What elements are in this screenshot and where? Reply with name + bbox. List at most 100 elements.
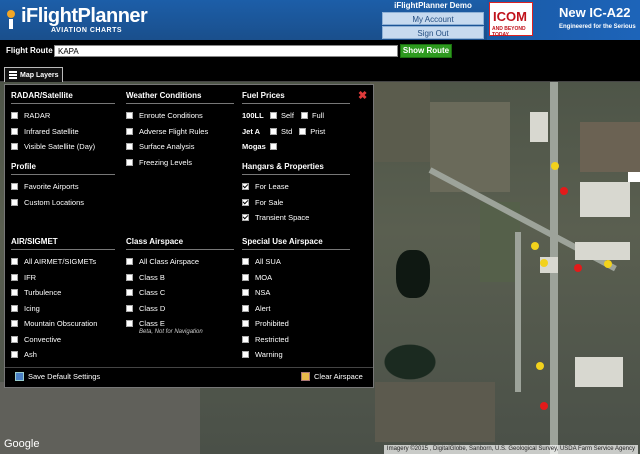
google-logo: Google [4, 438, 40, 450]
option-visible-satellite[interactable]: Visible Satellite (Day) [11, 139, 115, 155]
show-route-button[interactable]: Show Route [400, 44, 452, 58]
option-surface-analysis[interactable]: Surface Analysis [126, 139, 234, 155]
layers-icon [9, 71, 17, 79]
my-account-button[interactable]: My Account [382, 12, 484, 25]
fuel-label: Jet A [242, 126, 261, 136]
checkbox[interactable] [11, 289, 18, 297]
flight-route-label: Flight Route [6, 46, 53, 55]
hangars-properties-section: Hangars & Properties For Lease For Sale … [242, 162, 350, 226]
option-nsa[interactable]: NSA [242, 285, 350, 301]
option-mountain-obscuration[interactable]: Mountain Obscuration [11, 316, 115, 332]
option-class-c[interactable]: Class C [126, 285, 234, 301]
option-all-airmet-sigmets[interactable]: All AIRMET/SIGMETs [11, 254, 115, 270]
option-class-b[interactable]: Class B [126, 270, 234, 286]
map-zoom-control[interactable] [628, 172, 640, 182]
checkbox[interactable] [126, 127, 133, 135]
checkbox[interactable] [242, 351, 249, 359]
special-use-airspace-section: Special Use Airspace All SUA MOA NSA Ale… [242, 237, 350, 363]
checkbox[interactable] [242, 183, 249, 191]
option-all-class-airspace[interactable]: All Class Airspace [126, 254, 234, 270]
checkbox[interactable] [11, 351, 18, 359]
option-custom-locations[interactable]: Custom Locations [11, 195, 115, 211]
option-mogas[interactable] [270, 143, 281, 151]
iflightplanner-logo[interactable]: iFlightPlanner AVIATION CHARTS [4, 4, 148, 36]
checkbox[interactable] [11, 127, 18, 135]
fuel-label: Mogas [242, 142, 266, 152]
checkbox[interactable] [242, 320, 249, 328]
option-ash[interactable]: Ash [11, 347, 115, 363]
checkbox[interactable] [126, 273, 133, 281]
option-freezing-levels[interactable]: Freezing Levels [126, 155, 234, 171]
option-100ll-full[interactable]: Full [300, 111, 324, 120]
sign-out-button[interactable]: Sign Out [382, 26, 484, 39]
tab-map-layers[interactable]: Map Layers [4, 67, 63, 82]
flight-route-input[interactable] [54, 45, 398, 57]
checkbox[interactable] [126, 320, 133, 328]
checkbox[interactable] [242, 335, 249, 343]
option-transient-space[interactable]: Transient Space [242, 210, 350, 226]
option-all-sua[interactable]: All SUA [242, 254, 350, 270]
option-turbulence[interactable]: Turbulence [11, 285, 115, 301]
checkbox[interactable] [11, 304, 18, 312]
checkbox[interactable] [126, 158, 133, 166]
checkbox[interactable] [11, 273, 18, 281]
option-jet-a-std[interactable]: Std [270, 127, 292, 136]
option-restricted[interactable]: Restricted [242, 332, 350, 348]
save-default-settings-button[interactable]: Save Default Settings [15, 372, 100, 381]
checkbox[interactable] [11, 143, 18, 151]
option-infrared-satellite[interactable]: Infrared Satellite [11, 124, 115, 140]
option-ifr[interactable]: IFR [11, 270, 115, 286]
checkbox[interactable] [242, 304, 249, 312]
close-icon[interactable]: ✖ [358, 91, 367, 102]
option-warning[interactable]: Warning [242, 347, 350, 363]
option-enroute-conditions[interactable]: Enroute Conditions [126, 108, 234, 124]
checkbox[interactable] [270, 112, 277, 120]
save-icon [15, 372, 24, 381]
checkbox[interactable] [270, 143, 277, 151]
option-for-sale[interactable]: For Sale [242, 195, 350, 211]
checkbox[interactable] [242, 198, 249, 206]
checkbox[interactable] [126, 143, 133, 151]
option-convective[interactable]: Convective [11, 332, 115, 348]
map-attribution: Imagery ©2015 , DigitalGlobe, Sanborn, U… [383, 445, 638, 454]
option-100ll-self[interactable]: Self [270, 111, 294, 120]
fuel-row-mogas: Mogas [242, 139, 350, 155]
checkbox[interactable] [11, 183, 18, 191]
checkbox[interactable] [11, 335, 18, 343]
checkbox[interactable] [242, 258, 249, 266]
option-favorite-airports[interactable]: Favorite Airports [11, 179, 115, 195]
advertisement-banner[interactable]: ICOM AND BEYOND TODAY New IC-A22 Enginee… [487, 0, 640, 40]
checkbox[interactable] [11, 112, 18, 120]
checkbox[interactable] [126, 304, 133, 312]
checkbox[interactable] [11, 258, 18, 266]
checkbox[interactable] [126, 258, 133, 266]
panel-footer: Save Default Settings Clear Airspace [5, 367, 373, 387]
checkbox[interactable] [299, 127, 307, 135]
option-class-d[interactable]: Class D [126, 301, 234, 317]
checkbox[interactable] [270, 127, 277, 135]
fuel-prices-section: Fuel Prices 100LL Self Full Jet A Std Pr… [242, 91, 350, 155]
checkbox[interactable] [242, 214, 249, 222]
ad-brand-tag: AND BEYOND TODAY [492, 26, 526, 38]
checkbox[interactable] [11, 198, 18, 206]
logo-icon [4, 10, 20, 30]
checkbox[interactable] [242, 273, 249, 281]
option-radar[interactable]: RADAR [11, 108, 115, 124]
section-title: Hangars & Properties [242, 162, 350, 175]
option-for-lease[interactable]: For Lease [242, 179, 350, 195]
clear-airspace-button[interactable]: Clear Airspace [301, 372, 363, 381]
option-jet-a-prist[interactable]: Prist [299, 127, 325, 136]
checkbox[interactable] [300, 112, 308, 120]
option-moa[interactable]: MOA [242, 270, 350, 286]
option-icing[interactable]: Icing [11, 301, 115, 317]
checkbox[interactable] [242, 289, 249, 297]
checkbox[interactable] [126, 289, 133, 297]
class-airspace-section: Class Airspace All Class Airspace Class … [126, 237, 234, 335]
checkbox[interactable] [11, 320, 18, 328]
section-title: Weather Conditions [126, 91, 234, 104]
option-alert[interactable]: Alert [242, 301, 350, 317]
checkbox[interactable] [126, 112, 133, 120]
ad-tagline: Engineered for the Serious [559, 24, 636, 30]
option-adverse-flight-rules[interactable]: Adverse Flight Rules [126, 124, 234, 140]
option-prohibited[interactable]: Prohibited [242, 316, 350, 332]
